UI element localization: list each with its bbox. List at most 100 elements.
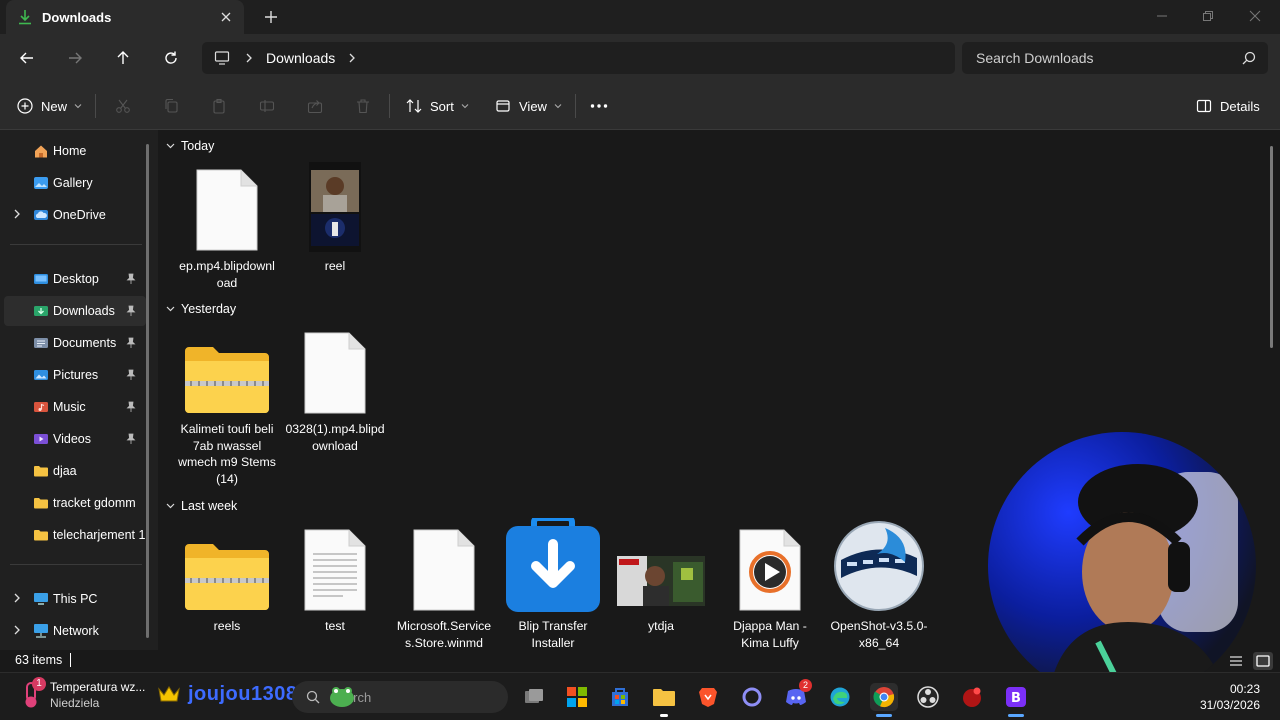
share-icon[interactable] [307, 94, 323, 118]
obs-icon[interactable] [914, 683, 942, 711]
stream-name: joujou1308 [188, 682, 298, 705]
file-item[interactable]: Kalimeti toufi beli 7ab nwassel wmech m9… [177, 323, 277, 487]
new-tab-icon[interactable] [262, 8, 280, 26]
file-item[interactable]: OpenShot-v3.5.0-x86_64 [829, 520, 929, 650]
paste-icon[interactable] [211, 94, 227, 118]
sidebar-item-downloads[interactable]: Downloads [4, 296, 146, 326]
svg-text:B: B [1011, 691, 1021, 706]
crown-icon [158, 685, 180, 703]
pin-icon[interactable] [126, 337, 136, 349]
view-button[interactable]: View [495, 94, 562, 118]
sidebar-item-documents[interactable]: Documents [4, 328, 146, 358]
content-scrollbar[interactable] [1270, 146, 1273, 348]
sidebar-item-music[interactable]: Music [4, 392, 146, 422]
file-item[interactable]: ep.mp4.blipdownload [177, 160, 277, 291]
sidebar-item-label: djaa [53, 464, 77, 478]
folder-icon [33, 463, 49, 479]
file-item[interactable]: reels [177, 520, 277, 635]
folder-icon [33, 527, 49, 543]
microsoft-store-icon[interactable] [606, 683, 634, 711]
sidebar-item-onedrive[interactable]: OneDrive [4, 200, 146, 230]
cut-icon[interactable] [115, 94, 131, 118]
sidebar-item-network[interactable]: Network [4, 616, 146, 646]
more-options-icon[interactable] [590, 94, 608, 118]
sidebar-item-gallery[interactable]: Gallery [4, 168, 146, 198]
sort-icon [406, 98, 422, 114]
sidebar-item-videos[interactable]: Videos [4, 424, 146, 454]
minimize-icon[interactable] [1150, 6, 1174, 26]
sidebar-item-telecharjement[interactable]: telecharjement 1 [4, 520, 146, 550]
file-item[interactable]: test [285, 520, 385, 635]
chevron-right-icon[interactable] [347, 53, 357, 63]
sidebar-item-pictures[interactable]: Pictures [4, 360, 146, 390]
chrome-icon[interactable] [870, 683, 898, 717]
details-view-icon[interactable] [1226, 652, 1246, 670]
file-item[interactable]: Microsoft.Services.Store.winmd [394, 520, 494, 650]
chevron-right-icon[interactable] [12, 209, 22, 219]
copy-icon[interactable] [163, 94, 179, 118]
sidebar-item-label: Network [53, 624, 99, 638]
discord-icon[interactable]: 2 [782, 679, 812, 711]
tab-downloads[interactable]: Downloads [6, 0, 244, 34]
group-header-yesterday[interactable]: Yesterday [166, 302, 236, 316]
openshot-installer-icon [831, 520, 927, 612]
gallery-icon [33, 175, 49, 191]
edge-icon[interactable] [826, 683, 854, 711]
sidebar-item-label: Home [53, 144, 87, 158]
group-header-today[interactable]: Today [166, 139, 214, 153]
sidebar-item-home[interactable]: Home [4, 136, 146, 166]
file-item[interactable]: 0328(1).mp4.blipdownload [285, 323, 385, 454]
file-explorer-icon[interactable] [650, 683, 678, 717]
group-header-label: Last week [181, 499, 238, 513]
cortana-icon[interactable] [738, 683, 766, 711]
address-bar[interactable]: Downloads [202, 42, 955, 74]
rename-icon[interactable] [259, 94, 275, 118]
pin-icon[interactable] [126, 401, 136, 413]
sidebar-item-tracket-gdomm[interactable]: tracket gdomm [4, 488, 146, 518]
system-clock[interactable]: 00:23 31/03/2026 [1200, 681, 1260, 713]
search-icon [306, 690, 320, 704]
file-item[interactable]: ytdja [611, 520, 711, 635]
forward-icon[interactable] [63, 46, 87, 70]
app-store-icon[interactable] [563, 683, 591, 711]
file-name: OpenShot-v3.5.0-x86_64 [830, 619, 928, 650]
close-tab-icon[interactable] [218, 9, 234, 25]
large-icons-view-icon[interactable] [1253, 652, 1273, 670]
delete-icon[interactable] [355, 94, 371, 118]
search-input[interactable]: Search Downloads [962, 42, 1268, 74]
sidebar-item-desktop[interactable]: Desktop [4, 264, 146, 294]
pin-icon[interactable] [126, 433, 136, 445]
details-button[interactable]: Details [1196, 94, 1260, 118]
sidebar-item-this-pc[interactable]: This PC [4, 584, 146, 614]
weather-widget[interactable]: 1 Temperatura wz... Niedziela [18, 677, 145, 711]
new-button[interactable]: New [17, 94, 82, 118]
sidebar-item-label: Pictures [53, 368, 99, 382]
back-icon[interactable] [15, 46, 39, 70]
sidebar-item-djaa[interactable]: djaa [4, 456, 146, 486]
pin-icon[interactable] [126, 369, 136, 381]
running-indicator [1008, 714, 1024, 717]
refresh-icon[interactable] [159, 46, 183, 70]
pin-icon[interactable] [126, 305, 136, 317]
taskbar-search[interactable]: Search [292, 681, 508, 713]
breadcrumb[interactable]: Downloads [266, 50, 335, 66]
sidebar-scrollbar[interactable] [146, 144, 149, 638]
chevron-down-icon [166, 306, 175, 312]
search-icon[interactable] [1242, 51, 1256, 65]
restore-icon[interactable] [1196, 6, 1220, 26]
file-item[interactable]: Djappa Man - Kima Luffy [720, 520, 820, 650]
up-icon[interactable] [111, 46, 135, 70]
close-window-icon[interactable] [1243, 6, 1267, 26]
recording-app-icon[interactable] [958, 683, 986, 711]
chevron-right-icon[interactable] [12, 625, 22, 635]
bootstrap-studio-icon[interactable]: B [1002, 683, 1030, 717]
file-item[interactable]: Blip Transfer Installer [503, 518, 603, 650]
chevron-right-icon[interactable] [244, 53, 254, 63]
group-header-last-week[interactable]: Last week [166, 499, 237, 513]
sort-button[interactable]: Sort [406, 94, 469, 118]
brave-icon[interactable] [694, 683, 722, 711]
pin-icon[interactable] [126, 273, 136, 285]
chevron-right-icon[interactable] [12, 593, 22, 603]
file-item[interactable]: reel [285, 160, 385, 275]
task-view-icon[interactable] [520, 683, 548, 711]
